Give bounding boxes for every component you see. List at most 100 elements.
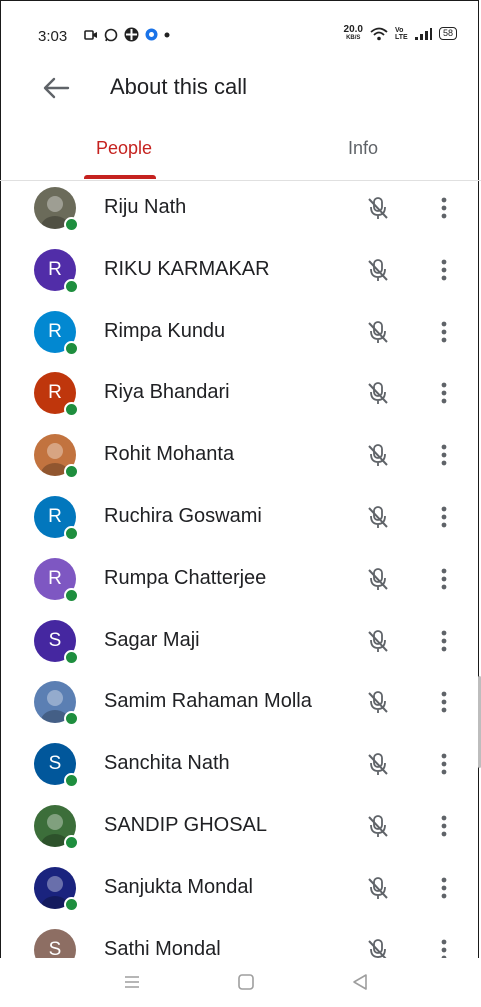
mic-off-icon[interactable] — [364, 874, 392, 902]
tab-bar: People Info — [0, 128, 481, 181]
mic-off-icon[interactable] — [364, 194, 392, 222]
participant-row[interactable]: S Sanchita Nath — [0, 736, 481, 798]
participant-row[interactable]: Sanjukta Mondal — [0, 860, 481, 922]
avatar: R — [34, 496, 79, 541]
participant-name: Sathi Mondal — [104, 938, 221, 958]
page-title: About this call — [110, 74, 247, 99]
participant-row[interactable]: R RIKU KARMAKAR — [0, 242, 481, 304]
participant-row[interactable]: SANDIP GHOSAL — [0, 798, 481, 860]
app-grid-icon — [124, 27, 139, 42]
more-vert-icon[interactable] — [432, 194, 456, 222]
online-status-dot — [64, 217, 79, 232]
avatar-initial: R — [48, 259, 62, 280]
participant-row[interactable]: Riju Nath — [0, 180, 481, 242]
mic-off-icon[interactable] — [364, 318, 392, 346]
mic-off-icon[interactable] — [364, 688, 392, 716]
menu-icon[interactable] — [118, 968, 146, 996]
participant-name: RIKU KARMAKAR — [104, 258, 270, 280]
arrow-back-icon[interactable] — [40, 72, 74, 104]
more-vert-icon[interactable] — [432, 627, 456, 655]
avatar: S — [34, 620, 79, 665]
signal-icon — [414, 27, 432, 40]
more-vert-icon[interactable] — [432, 936, 456, 958]
participant-row[interactable]: R Riya Bhandari — [0, 365, 481, 427]
avatar-initial: R — [48, 321, 62, 342]
avatar: R — [34, 311, 79, 356]
avatar-initial: S — [48, 753, 62, 774]
participant-row[interactable]: S Sathi Mondal — [0, 922, 481, 958]
avatar — [34, 434, 79, 479]
participant-row[interactable]: Rohit Mohanta — [0, 427, 481, 489]
participant-name: SANDIP GHOSAL — [104, 814, 268, 836]
participant-name: Rohit Mohanta — [104, 443, 235, 465]
speed-value: 20.0 — [343, 24, 363, 35]
participant-name: Rimpa Kundu — [104, 320, 226, 342]
avatar-initial: R — [48, 506, 62, 527]
participant-name: Sanchita Nath — [104, 752, 230, 774]
participant-name: Ruchira Goswami — [104, 505, 262, 527]
tab-info[interactable]: Info — [348, 138, 378, 159]
mic-off-icon[interactable] — [364, 565, 392, 593]
avatar-initial: R — [48, 568, 62, 589]
participant-row[interactable]: Samim Rahaman Molla — [0, 674, 481, 736]
system-icons: 20.0 KB/S Vo LTE 58 — [344, 25, 457, 42]
more-vert-icon[interactable] — [432, 379, 456, 407]
more-vert-icon[interactable] — [432, 688, 456, 716]
avatar: R — [34, 372, 79, 417]
avatar-initial: S — [48, 630, 62, 651]
mic-off-icon[interactable] — [364, 503, 392, 531]
speed-unit: KB/S — [346, 35, 361, 41]
more-vert-icon[interactable] — [432, 812, 456, 840]
more-vert-icon[interactable] — [432, 565, 456, 593]
more-vert-icon[interactable] — [432, 503, 456, 531]
online-status-dot — [64, 773, 79, 788]
participant-row[interactable]: R Rumpa Chatterjee — [0, 551, 481, 613]
online-status-dot — [64, 711, 79, 726]
mic-off-icon[interactable] — [364, 441, 392, 469]
avatar — [34, 187, 79, 232]
participant-row[interactable]: R Rimpa Kundu — [0, 304, 481, 366]
mic-off-icon[interactable] — [364, 256, 392, 284]
active-tab-indicator — [84, 175, 156, 179]
avatar: S — [34, 743, 79, 788]
online-status-dot — [64, 650, 79, 665]
back-triangle-icon[interactable] — [346, 968, 374, 996]
participant-list: Riju Nath R RIKU KARMAKAR R Rimpa Kundu R Riya… — [0, 180, 481, 958]
participant-name: Riya Bhandari — [104, 381, 230, 403]
volte-icon: Vo LTE — [394, 26, 408, 41]
battery-indicator: 58 — [438, 27, 457, 40]
online-status-dot — [64, 835, 79, 850]
more-vert-icon[interactable] — [432, 441, 456, 469]
online-status-dot — [64, 526, 79, 541]
notification-icons — [84, 27, 170, 42]
mic-off-icon[interactable] — [364, 627, 392, 655]
avatar — [34, 867, 79, 912]
avatar — [34, 805, 79, 850]
mic-off-icon[interactable] — [364, 936, 392, 958]
mic-off-icon[interactable] — [364, 750, 392, 778]
participant-row[interactable]: S Sagar Maji — [0, 613, 481, 675]
participant-name: Rumpa Chatterjee — [104, 567, 267, 589]
tab-people[interactable]: People — [96, 138, 152, 159]
avatar — [34, 681, 79, 726]
participant-name: Samim Rahaman Molla — [104, 690, 312, 712]
online-status-dot — [64, 341, 79, 356]
avatar: S — [34, 929, 76, 958]
more-vert-icon[interactable] — [432, 874, 456, 902]
app-bar: About this call — [0, 60, 481, 116]
avatar: R — [34, 249, 79, 294]
more-vert-icon[interactable] — [432, 750, 456, 778]
participant-row[interactable]: R Ruchira Goswami — [0, 489, 481, 551]
status-time: 3:03 — [38, 28, 68, 45]
mic-off-icon[interactable] — [364, 812, 392, 840]
online-status-dot — [64, 897, 79, 912]
more-vert-icon[interactable] — [432, 256, 456, 284]
more-vert-icon[interactable] — [432, 318, 456, 346]
mic-off-icon[interactable] — [364, 379, 392, 407]
home-square-icon[interactable] — [232, 968, 260, 996]
participant-name: Riju Nath — [104, 196, 187, 218]
online-status-dot — [64, 402, 79, 417]
avatar-initial: R — [48, 382, 62, 403]
whatsapp-icon — [104, 28, 118, 41]
online-status-dot — [64, 279, 79, 294]
